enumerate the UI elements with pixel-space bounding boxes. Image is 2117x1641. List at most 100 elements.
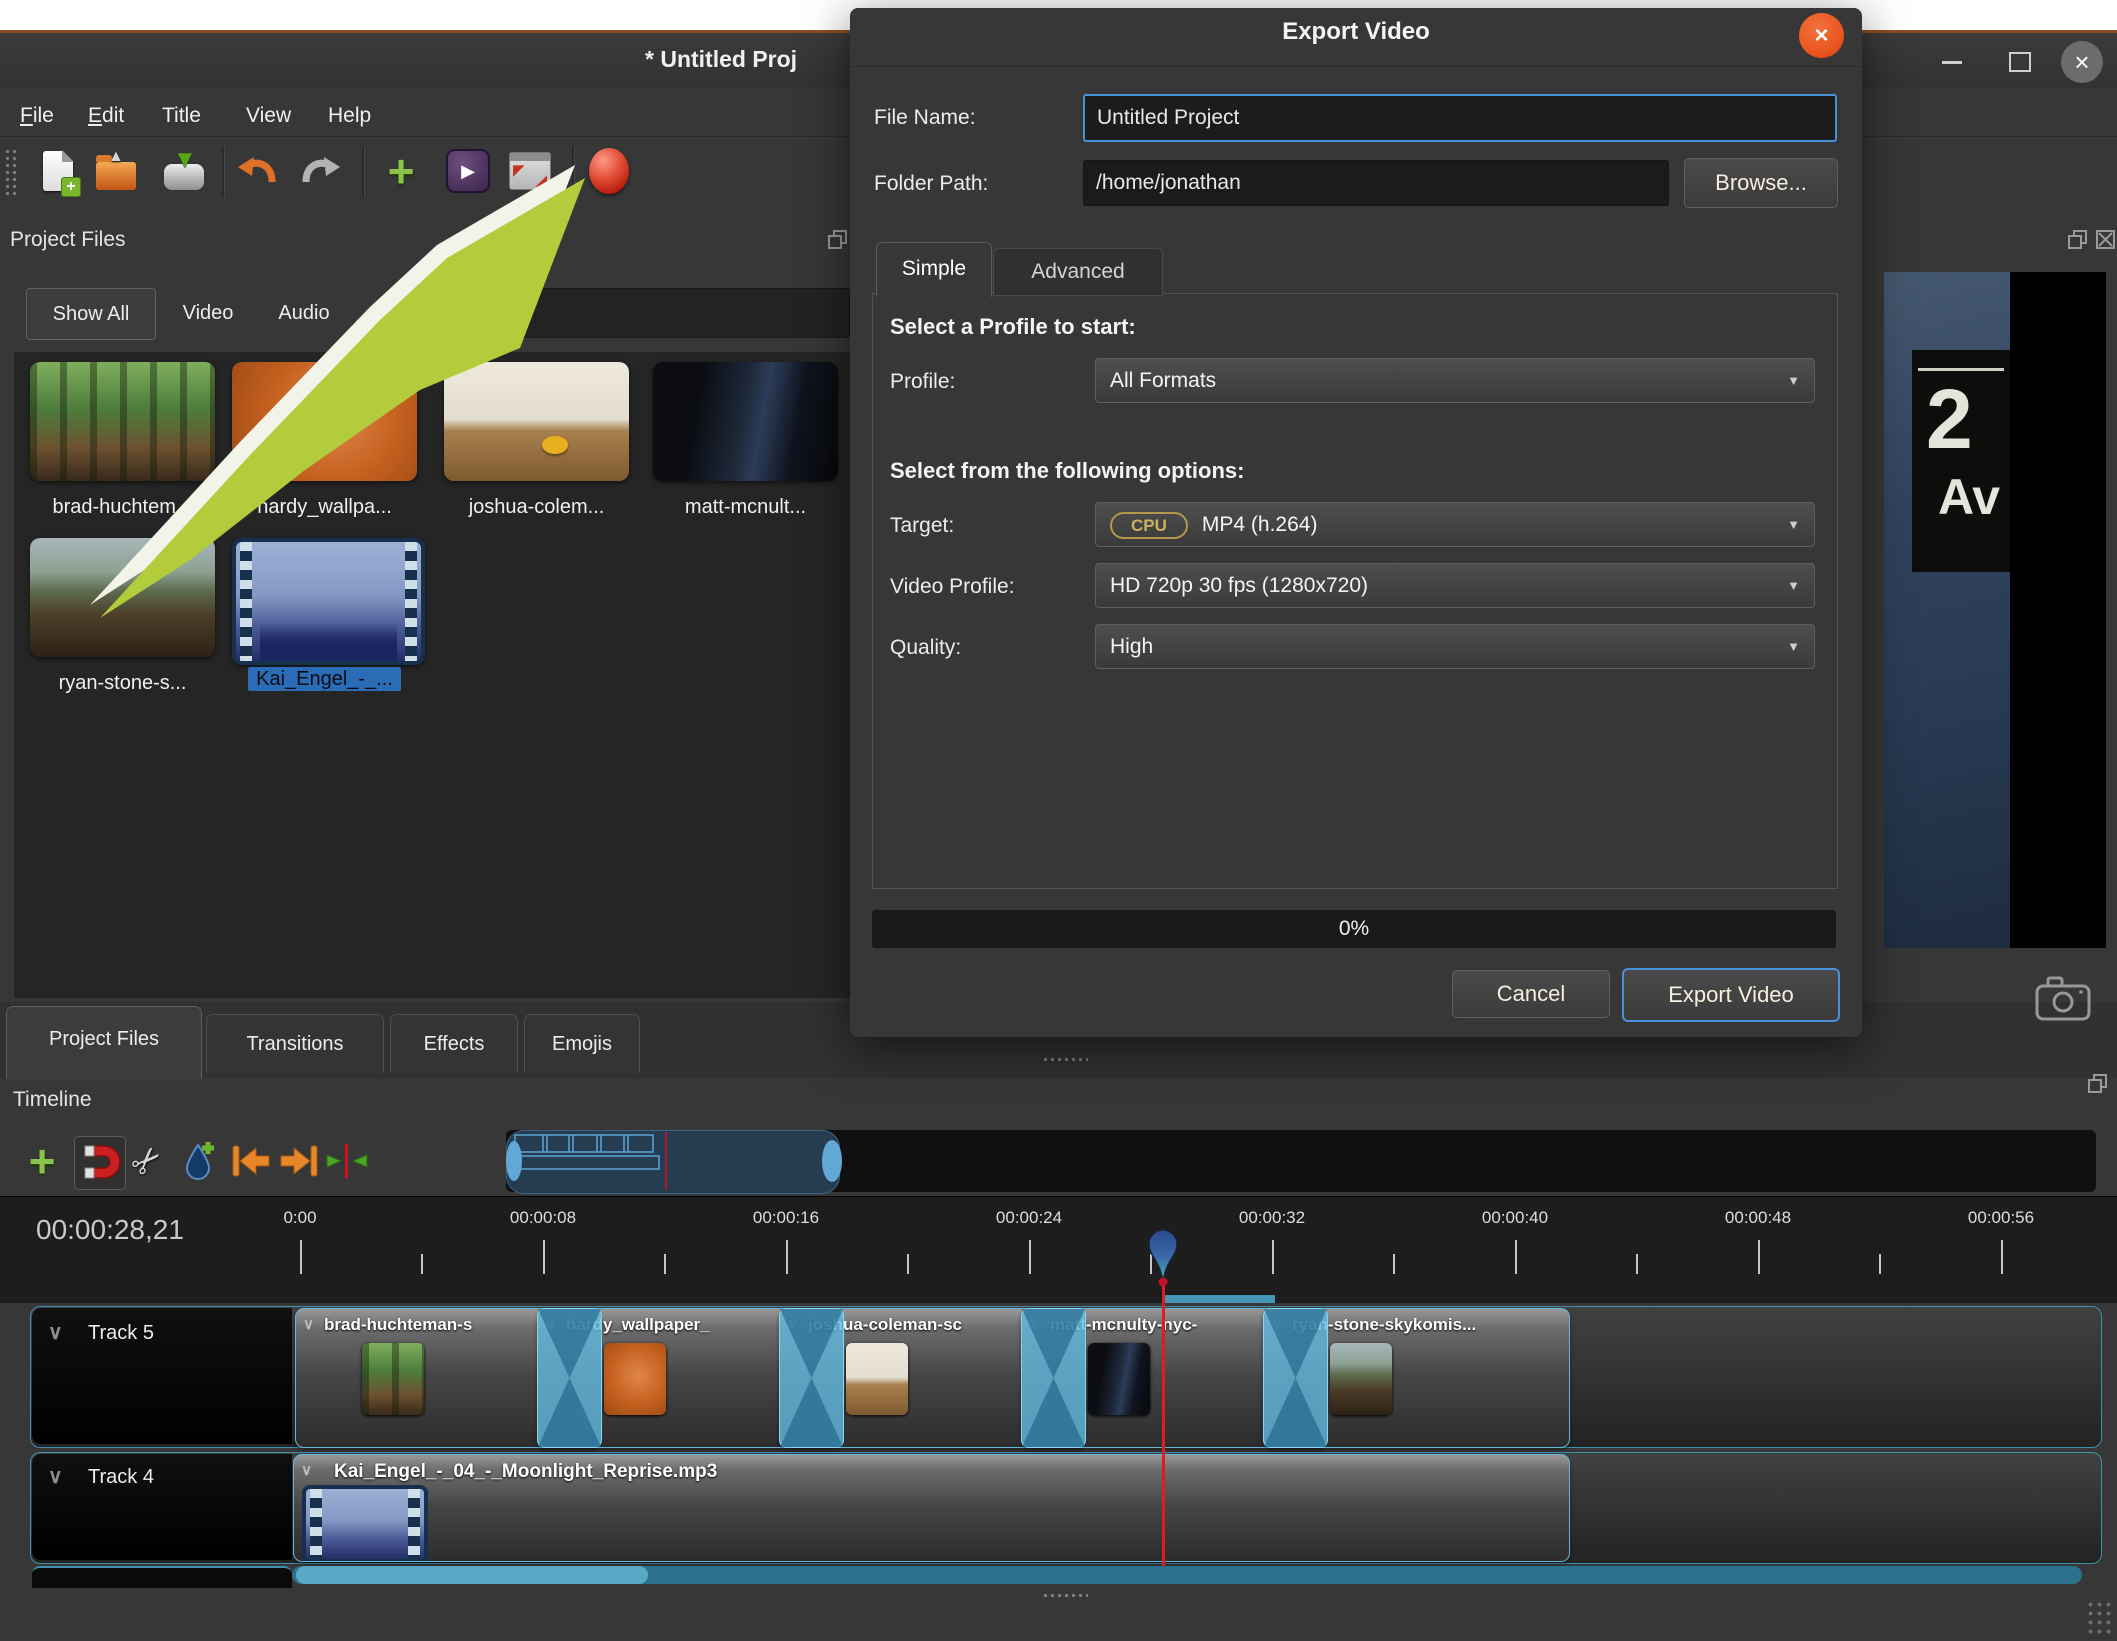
filter-input[interactable] (470, 288, 850, 338)
filter-tab-video[interactable]: Video (168, 288, 248, 338)
filter-tab-audio[interactable]: Audio (262, 288, 346, 338)
file-thumbnail-hardy[interactable] (232, 362, 417, 481)
fullscreen-button[interactable]: ◤ ◢ (506, 146, 554, 196)
file-thumbnail-matt[interactable] (653, 362, 838, 481)
clip-menu-icon[interactable]: ∨ (301, 1461, 312, 1479)
track-5-header[interactable]: ∨ Track 5 (32, 1308, 292, 1444)
options-section-header: Select from the following options: (890, 458, 1245, 483)
razor-tool-button[interactable]: ✂ (121, 1135, 171, 1185)
add-track-button[interactable]: + (19, 1138, 65, 1184)
ruler-tick (543, 1240, 545, 1274)
redo-button[interactable] (297, 146, 345, 196)
save-project-button[interactable]: ▼ (160, 146, 208, 196)
ruler-tick (786, 1240, 788, 1274)
profile-dropdown[interactable]: All Formats ▼ (1095, 358, 1815, 403)
new-project-button[interactable]: + (34, 146, 82, 197)
track-collapse-icon[interactable]: ∨ (48, 1464, 63, 1489)
tab-emojis[interactable]: Emojis (524, 1014, 640, 1073)
undock-panel-icon[interactable] (826, 228, 850, 252)
add-marker-button[interactable] (178, 1138, 224, 1184)
menu-help[interactable]: Help (322, 98, 377, 134)
dialog-close-button[interactable]: × (1799, 13, 1844, 58)
menu-view[interactable]: View (240, 98, 297, 134)
clip-menu-icon[interactable]: ∨ (303, 1315, 314, 1333)
import-files-button[interactable]: + (377, 146, 425, 196)
previous-marker-button[interactable] (228, 1138, 274, 1184)
chevron-down-icon: ▼ (1787, 578, 1800, 593)
folder-path-input[interactable] (1083, 160, 1669, 206)
file-label[interactable]: ryan-stone-s... (30, 672, 215, 695)
chevron-down-icon: ▼ (1787, 639, 1800, 654)
next-marker-button[interactable] (276, 1138, 322, 1184)
minimize-button[interactable] (1934, 44, 1970, 80)
save-icon: ▼ (164, 146, 204, 190)
playhead-marker[interactable] (1140, 1228, 1186, 1292)
undock-timeline-icon[interactable] (2086, 1072, 2110, 1096)
undo-icon (238, 157, 276, 183)
target-dropdown[interactable]: CPU MP4 (h.264) ▼ (1095, 502, 1815, 547)
transition[interactable] (537, 1308, 602, 1448)
tab-project-files[interactable]: Project Files (6, 1006, 202, 1079)
open-project-button[interactable]: ▲ (92, 146, 140, 196)
subway-sign-number: 2 (1926, 372, 1973, 466)
tab-transitions[interactable]: Transitions (206, 1014, 384, 1073)
menu-edit[interactable]: Edit (82, 98, 130, 134)
filter-tab-show-all[interactable]: Show All (26, 288, 156, 340)
file-name-input[interactable] (1083, 94, 1837, 142)
snapping-toggle[interactable] (74, 1136, 126, 1190)
splitter-handle[interactable] (1042, 1056, 1088, 1063)
file-label[interactable]: hardy_wallpa... (232, 496, 417, 519)
file-label[interactable]: brad-huchtem... (30, 496, 215, 519)
undock-preview-icon[interactable] (2066, 228, 2090, 252)
choose-profile-button[interactable]: ▶ (444, 146, 492, 196)
undo-button[interactable] (233, 146, 281, 196)
transition[interactable] (1263, 1308, 1328, 1448)
file-thumbnail-joshua[interactable] (444, 362, 629, 481)
marker-droplet-icon (185, 1142, 214, 1180)
video-profile-dropdown[interactable]: HD 720p 30 fps (1280x720) ▼ (1095, 563, 1815, 608)
ruler-tick (1758, 1240, 1760, 1274)
subway-sign: 2 Av (1912, 350, 2010, 572)
capture-screenshot-icon[interactable] (2034, 974, 2094, 1024)
folder-path-label: Folder Path: (874, 172, 989, 195)
transition[interactable] (1021, 1308, 1086, 1448)
profile-label: Profile: (890, 370, 956, 393)
file-thumbnail-ryan[interactable] (30, 538, 215, 657)
splitter-handle[interactable] (1042, 1592, 1088, 1599)
file-thumbnail-kai-engel[interactable] (232, 538, 425, 665)
ruler-label: 00:00:48 (1724, 1208, 1792, 1227)
export-video-confirm-button[interactable]: Export Video (1622, 968, 1840, 1022)
menu-file[interactable]: File (14, 98, 60, 134)
cancel-button[interactable]: Cancel (1452, 970, 1610, 1018)
file-label-selected[interactable]: Kai_Engel_-_... (232, 667, 417, 691)
file-label[interactable]: matt-mcnult... (653, 496, 838, 519)
export-video-button[interactable] (585, 146, 633, 196)
tab-effects[interactable]: Effects (390, 1014, 518, 1073)
tab-simple[interactable]: Simple (876, 242, 992, 297)
toolbar-drag-handle[interactable] (4, 148, 18, 196)
timeline-scrollbar-thumb[interactable] (296, 1566, 648, 1584)
file-thumbnail-brad[interactable] (30, 362, 215, 481)
clip-thumbnail (604, 1343, 666, 1415)
ruler-minor-tick (664, 1254, 666, 1274)
close-preview-icon[interactable] (2094, 228, 2117, 252)
window-resize-grip[interactable] (2086, 1600, 2112, 1638)
clip-thumbnail-film (302, 1485, 428, 1561)
maximize-button[interactable] (2002, 44, 2038, 80)
transition[interactable] (779, 1308, 844, 1448)
track-collapse-icon[interactable]: ∨ (48, 1320, 63, 1345)
menu-title[interactable]: Title (156, 98, 207, 134)
ruler-minor-tick (1393, 1254, 1395, 1274)
close-button[interactable]: × (2061, 41, 2103, 83)
ruler-tick (1029, 1240, 1031, 1274)
browse-button[interactable]: Browse... (1684, 158, 1838, 208)
quality-dropdown[interactable]: High ▼ (1095, 624, 1815, 669)
jump-start-icon (232, 1145, 270, 1177)
tab-advanced[interactable]: Advanced (993, 248, 1163, 296)
track-4-header[interactable]: ∨ Track 4 (32, 1454, 292, 1560)
clip-kai-engel-audio[interactable]: ∨ Kai_Engel_-_04_-_Moonlight_Reprise.mp3 (293, 1454, 1570, 1562)
file-label[interactable]: joshua-colem... (444, 496, 629, 519)
profile-section-header: Select a Profile to start: (890, 314, 1136, 339)
filter-tab-image[interactable]: Image (358, 288, 444, 338)
center-playhead-button[interactable] (324, 1138, 370, 1184)
